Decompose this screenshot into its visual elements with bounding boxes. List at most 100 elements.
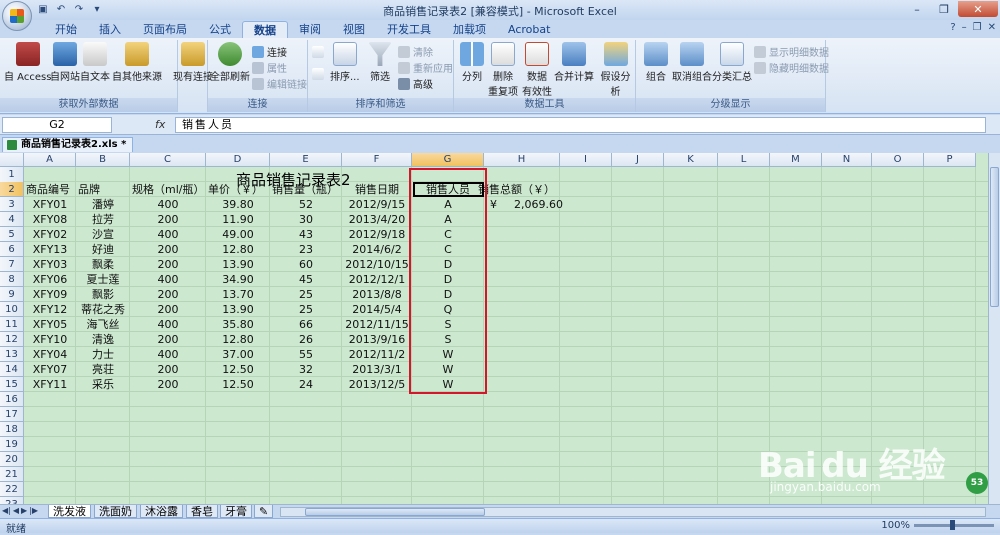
refresh-all-button[interactable]: 全部刷新 <box>210 42 250 83</box>
data-cell[interactable]: 2013/3/1 <box>342 362 412 377</box>
header-cell[interactable]: 规格（ml/瓶） <box>132 182 204 197</box>
data-cell[interactable]: 2013/8/8 <box>342 287 412 302</box>
row-header[interactable]: 13 <box>0 347 24 362</box>
column-header[interactable]: E <box>270 153 342 167</box>
properties-button[interactable]: 属性 <box>252 60 287 75</box>
data-cell[interactable]: XFY11 <box>24 377 76 392</box>
advanced-filter-button[interactable]: 高级 <box>398 76 433 91</box>
minimize-button[interactable]: – <box>904 1 930 17</box>
data-cell[interactable]: 2012/12/1 <box>342 272 412 287</box>
data-cell[interactable]: 2014/6/2 <box>342 242 412 257</box>
data-cell[interactable]: 2012/9/15 <box>342 197 412 212</box>
header-cell[interactable]: 商品编号 <box>26 182 74 197</box>
row-header[interactable]: 5 <box>0 227 24 242</box>
data-cell[interactable]: 35.80 <box>206 317 270 332</box>
row-header[interactable]: 23 <box>0 497 24 504</box>
sheet-tab-0[interactable]: 洗发液 <box>48 505 91 518</box>
data-cell[interactable]: 11.90 <box>206 212 270 227</box>
row-header[interactable]: 1 <box>0 167 24 183</box>
data-cell[interactable]: 2014/5/4 <box>342 302 412 317</box>
data-cell[interactable]: XFY02 <box>24 227 76 242</box>
data-cell[interactable]: 拉芳 <box>76 212 130 227</box>
group-button[interactable]: 组合 <box>644 42 668 83</box>
ribbon-restore-icon[interactable]: ❐ <box>973 22 982 33</box>
header-cell[interactable]: 单价（￥） <box>208 182 268 197</box>
restore-button[interactable]: ❐ <box>931 1 957 17</box>
data-cell[interactable]: 24 <box>270 377 342 392</box>
vertical-scrollbar[interactable] <box>988 153 1000 504</box>
row-header[interactable]: 3 <box>0 197 24 212</box>
data-cell[interactable]: 25 <box>270 302 342 317</box>
row-header[interactable]: 19 <box>0 437 24 452</box>
tab-1[interactable]: 插入 <box>88 21 132 38</box>
show-detail-button[interactable]: 显示明细数据 <box>754 44 829 59</box>
data-cell[interactable]: 45 <box>270 272 342 287</box>
first-sheet-icon[interactable]: ◀| <box>2 506 11 515</box>
vertical-scroll-thumb[interactable] <box>990 167 999 307</box>
worksheet-grid[interactable]: A B C D E F G H I J K L M N O P 1 2 3 4 5 6 7 8 9 10 11 12 13 14 15 16 1… <box>0 153 988 504</box>
data-cell[interactable]: 32 <box>270 362 342 377</box>
data-cell[interactable]: 蒂花之秀 <box>76 302 130 317</box>
data-cell[interactable]: 海飞丝 <box>76 317 130 332</box>
name-box[interactable]: G2 <box>2 117 112 133</box>
data-cell[interactable]: XFY06 <box>24 272 76 287</box>
data-cell[interactable]: 2013/9/16 <box>342 332 412 347</box>
row-header[interactable]: 9 <box>0 287 24 302</box>
data-cell[interactable]: 12.50 <box>206 362 270 377</box>
header-cell[interactable]: 销售总额（￥） <box>478 182 555 197</box>
data-cell[interactable]: 13.70 <box>206 287 270 302</box>
text-to-columns-button[interactable]: 分列 <box>460 42 484 83</box>
last-sheet-icon[interactable]: |▶ <box>29 506 38 515</box>
row-header[interactable]: 11 <box>0 317 24 332</box>
sort-az-button[interactable] <box>312 46 324 58</box>
workbook-tab[interactable]: 商品销售记录表2.xls * <box>2 137 134 152</box>
data-cell[interactable]: 400 <box>130 272 206 287</box>
office-button[interactable] <box>2 1 32 31</box>
data-cell[interactable]: 2012/11/2 <box>342 347 412 362</box>
data-cell[interactable]: 2013/4/20 <box>342 212 412 227</box>
row-header[interactable]: 22 <box>0 482 24 497</box>
data-cell[interactable]: 25 <box>270 287 342 302</box>
insert-function-button[interactable]: fx <box>155 118 165 131</box>
formula-input[interactable]: 销售人员 <box>175 117 986 133</box>
subtotal-button[interactable]: 分类汇总 <box>712 42 752 83</box>
data-cell[interactable]: 200 <box>130 332 206 347</box>
data-cell[interactable]: 23 <box>270 242 342 257</box>
data-cell[interactable]: 52 <box>270 197 342 212</box>
data-cell[interactable]: 2012/11/15 <box>342 317 412 332</box>
header-cell[interactable]: 品牌 <box>78 182 128 197</box>
insert-sheet-icon[interactable]: ✎ <box>254 505 274 518</box>
data-cell[interactable]: 30 <box>270 212 342 227</box>
data-cell[interactable]: XFY10 <box>24 332 76 347</box>
zoom-slider[interactable] <box>914 520 994 530</box>
data-cell[interactable]: 清逸 <box>76 332 130 347</box>
column-header[interactable]: I <box>560 153 612 167</box>
tab-7[interactable]: 开发工具 <box>376 21 442 38</box>
reapply-button[interactable]: 重新应用 <box>398 60 453 75</box>
data-cell[interactable]: XFY03 <box>24 257 76 272</box>
column-header[interactable]: O <box>872 153 924 167</box>
what-if-analysis-button[interactable]: 假设分析 <box>596 42 635 98</box>
data-cell[interactable]: 力士 <box>76 347 130 362</box>
data-cell[interactable]: 400 <box>130 227 206 242</box>
total-value-cell[interactable]: 2,069.60 <box>514 197 563 212</box>
tab-0[interactable]: 开始 <box>44 21 88 38</box>
ungroup-button[interactable]: 取消组合 <box>672 42 712 83</box>
row-header[interactable]: 6 <box>0 242 24 257</box>
from-text-button[interactable]: 自文本 <box>80 42 110 83</box>
column-header[interactable]: F <box>342 153 412 167</box>
consolidate-button[interactable]: 合并计算 <box>554 42 594 83</box>
data-cell[interactable]: 37.00 <box>206 347 270 362</box>
from-other-sources-button[interactable]: 自其他来源 <box>112 42 162 83</box>
data-cell[interactable]: 34.90 <box>206 272 270 287</box>
data-cell[interactable]: 夏士莲 <box>76 272 130 287</box>
data-cell[interactable]: 39.80 <box>206 197 270 212</box>
horizontal-scroll-thumb[interactable] <box>305 508 485 516</box>
sort-za-button[interactable] <box>312 68 324 80</box>
tab-2[interactable]: 页面布局 <box>132 21 198 38</box>
row-header[interactable]: 12 <box>0 332 24 347</box>
data-cell[interactable]: 好迪 <box>76 242 130 257</box>
data-cell[interactable]: XFY12 <box>24 302 76 317</box>
data-cell[interactable]: XFY07 <box>24 362 76 377</box>
data-cell[interactable]: 飘柔 <box>76 257 130 272</box>
